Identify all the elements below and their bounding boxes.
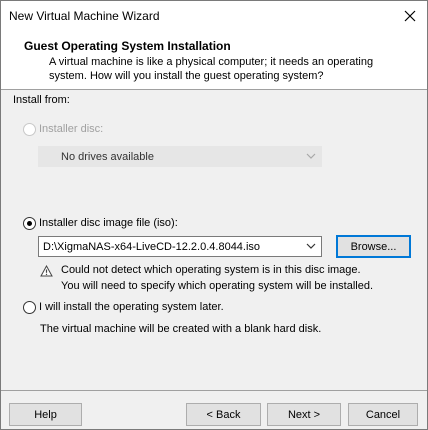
install-later-radio[interactable] [23,301,36,314]
warning-icon [40,265,53,277]
wizard-body: Install from: Installer disc: No drives … [1,90,427,390]
install-from-label: Install from: [13,94,70,106]
chevron-down-icon [306,243,316,249]
installer-disc-label: Installer disc: [39,123,104,135]
iso-path-combo[interactable]: D:\XigmaNAS-x64-LiveCD-12.2.0.4.8044.iso [38,236,322,257]
close-button[interactable] [393,1,427,31]
cancel-button[interactable]: Cancel [348,403,418,426]
iso-radio[interactable] [23,217,36,230]
wizard-header: Guest Operating System Installation A vi… [1,31,427,89]
browse-button[interactable]: Browse... [336,235,411,258]
install-later-note: The virtual machine will be created with… [40,323,322,335]
iso-warning-line2: You will need to specify which operating… [61,280,374,292]
back-button[interactable]: < Back [186,403,261,426]
iso-path-value: D:\XigmaNAS-x64-LiveCD-12.2.0.4.8044.iso [43,241,261,253]
drive-select[interactable]: No drives available [38,146,322,167]
help-button[interactable]: Help [9,403,82,426]
title-bar: New Virtual Machine Wizard [1,1,427,31]
header-description: A virtual machine is like a physical com… [49,56,374,82]
wizard-window: New Virtual Machine Wizard Guest Operati… [0,0,428,430]
iso-label: Installer disc image file (iso): [39,217,178,229]
close-icon [404,10,416,22]
chevron-down-icon [306,153,316,159]
next-button[interactable]: Next > [267,403,341,426]
drive-select-value: No drives available [61,151,154,163]
window-title: New Virtual Machine Wizard [9,9,160,23]
install-later-label: I will install the operating system late… [39,301,224,313]
installer-disc-radio[interactable] [23,123,36,136]
header-title: Guest Operating System Installation [24,39,231,53]
wizard-footer: Help < Back Next > Cancel [1,391,427,429]
iso-warning-line1: Could not detect which operating system … [61,264,361,276]
